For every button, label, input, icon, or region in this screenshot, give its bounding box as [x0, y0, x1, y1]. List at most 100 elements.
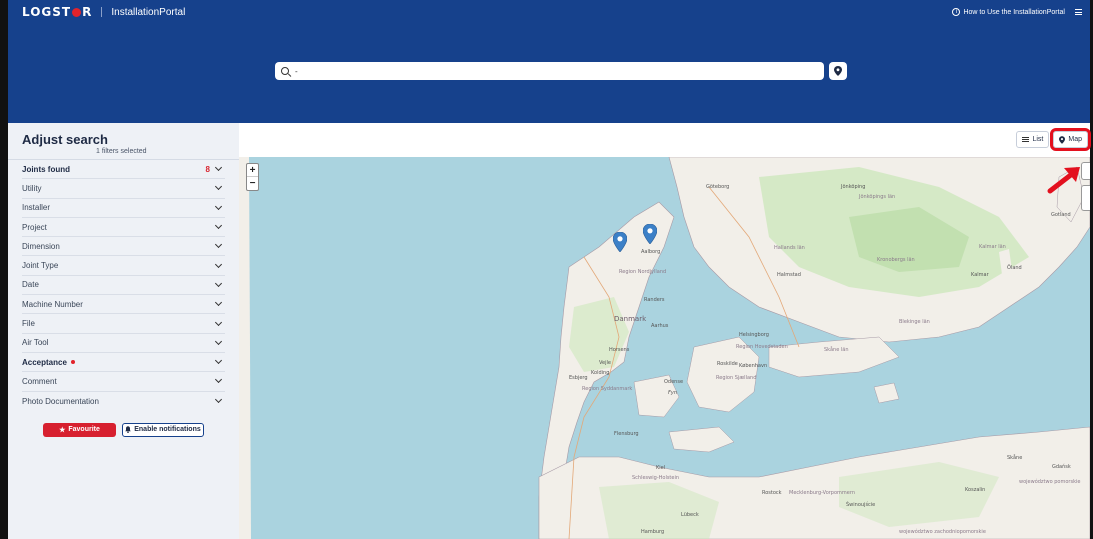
logo-divider — [101, 7, 103, 17]
chevron-down-icon — [214, 221, 223, 230]
chevron-down-icon — [214, 279, 223, 287]
map-label: Gotland — [1051, 212, 1071, 218]
map-view[interactable]: Göteborg Jönköping Jönköpings län Gotlan… — [239, 157, 1090, 539]
filter-acceptance[interactable]: Acceptance — [22, 353, 225, 373]
filter-label: Air Tool — [22, 338, 49, 348]
map-label: Region Hovedstaden — [736, 344, 788, 350]
chevron-down-icon — [214, 202, 223, 210]
map-label: Helsingborg — [739, 332, 769, 338]
joints-found-count: 8 — [205, 164, 210, 174]
map-label: Region Syddanmark — [582, 386, 633, 392]
map-label: Vejle — [599, 360, 611, 366]
chevron-down-icon — [214, 241, 223, 249]
map-label: Odense — [664, 379, 684, 385]
joint-marker-icon[interactable] — [643, 224, 657, 244]
sidebar-header: Adjust search 1 filters selected — [8, 123, 239, 160]
joints-found-label: Joints found — [22, 164, 70, 174]
map-label: województwo zachodniopomorskie — [899, 529, 986, 535]
filter-file[interactable]: File — [22, 314, 225, 334]
filter-project[interactable]: Project — [22, 218, 225, 238]
view-toggle: List Map — [1016, 128, 1091, 151]
map-label: Randers — [644, 297, 665, 303]
filter-label: Date — [22, 280, 39, 290]
map-label: województwo pomorskie — [1019, 479, 1081, 485]
zoom-out-button[interactable]: − — [247, 177, 258, 190]
filters-selected-count: 1 filters selected — [96, 148, 147, 155]
favourite-label: Favourite — [68, 426, 100, 434]
menu-icon[interactable] — [1075, 9, 1082, 15]
filter-label: Dimension — [22, 241, 60, 251]
results-panel: List Map Göteborg Jönköping Jönköpings l… — [239, 123, 1091, 539]
map-label: Kronobergs län — [877, 257, 915, 263]
filter-machine-number[interactable]: Machine Number — [22, 295, 225, 315]
map-label: København — [739, 363, 768, 369]
location-pin-icon — [834, 66, 842, 76]
map-view-button[interactable]: Map — [1050, 128, 1091, 151]
map-label: Danmark — [614, 315, 647, 323]
map-label: Hallands län — [774, 245, 805, 251]
filter-label: Joint Type — [22, 261, 59, 271]
filter-label: Project — [22, 222, 47, 232]
zoom-in-button[interactable]: + — [247, 164, 258, 177]
sidebar-title: Adjust search — [22, 132, 108, 147]
top-bar: LOGST R InstallationPortal i How to Use t… — [22, 0, 1082, 24]
logstor-logo[interactable]: LOGST R — [22, 5, 92, 19]
filter-joint-type[interactable]: Joint Type — [22, 256, 225, 276]
list-view-button[interactable]: List — [1016, 131, 1050, 148]
filter-label: Installer — [22, 203, 51, 213]
map-label: Kiel — [656, 465, 666, 471]
joints-found-row[interactable]: Joints found 8 — [22, 160, 225, 180]
chevron-down-icon — [214, 357, 223, 365]
map-label: Esbjerg — [569, 375, 588, 381]
filter-installer[interactable]: Installer — [22, 199, 225, 218]
enable-notifications-label: Enable notifications — [134, 426, 201, 434]
map-label: Rostock — [762, 490, 782, 496]
filter-air-tool[interactable]: Air Tool — [22, 334, 225, 353]
portal-name: InstallationPortal — [111, 6, 186, 18]
search-icon — [281, 67, 289, 75]
app-header: LOGST R InstallationPortal i How to Use t… — [8, 0, 1090, 123]
filter-comment[interactable]: Comment — [22, 372, 225, 392]
map-tiles — [239, 157, 1090, 539]
info-icon: i — [952, 8, 961, 16]
map-label: Öland — [1007, 265, 1022, 271]
filter-date[interactable]: Date — [22, 276, 225, 296]
enable-notifications-button[interactable]: Enable notifications — [122, 422, 204, 437]
map-label: Skåne län — [824, 347, 849, 353]
search-bar[interactable] — [275, 62, 824, 80]
chevron-down-icon — [214, 260, 223, 268]
map-label: Gdańsk — [1052, 464, 1071, 470]
chevron-down-icon — [214, 376, 223, 384]
filter-dimension[interactable]: Dimension — [22, 237, 225, 257]
annotation-arrow-icon — [1047, 167, 1080, 194]
chevron-down-icon — [214, 396, 223, 404]
map-label: Świnoujście — [846, 502, 876, 508]
map-label: Jönköpings län — [859, 194, 896, 200]
map-label: Mecklenburg-Vorpommern — [789, 490, 855, 496]
chevron-down-icon — [214, 299, 223, 307]
location-button[interactable] — [829, 62, 847, 80]
map-view-label: Map — [1068, 136, 1082, 143]
help-link[interactable]: i How to Use the InstallationPortal — [952, 8, 1065, 16]
filter-photo-documentation[interactable]: Photo Documentation — [22, 392, 225, 411]
favourite-button[interactable]: ★ Favourite — [43, 422, 116, 437]
active-filter-dot-icon — [70, 359, 75, 364]
map-label: Lübeck — [681, 512, 699, 518]
map-label: Göteborg — [706, 184, 730, 190]
map-label: Flensburg — [614, 431, 639, 437]
map-label: Horsens — [609, 347, 630, 353]
search-input[interactable] — [295, 66, 824, 76]
map-label: Aalborg — [641, 249, 661, 255]
sidebar-actions: ★ Favourite Enable notifications — [43, 422, 239, 437]
map-label: Aarhus — [651, 323, 669, 329]
bell-icon — [125, 426, 132, 434]
chevron-down-icon — [214, 337, 223, 345]
filter-label: Utility — [22, 183, 42, 193]
filter-label: Machine Number — [22, 299, 83, 309]
filter-label: File — [22, 319, 35, 329]
joint-marker-icon[interactable] — [613, 232, 627, 252]
map-label: Roskilde — [717, 361, 738, 367]
map-label: Jönköping — [841, 184, 866, 190]
filter-utility[interactable]: Utility — [22, 179, 225, 199]
chevron-down-icon — [214, 318, 223, 326]
